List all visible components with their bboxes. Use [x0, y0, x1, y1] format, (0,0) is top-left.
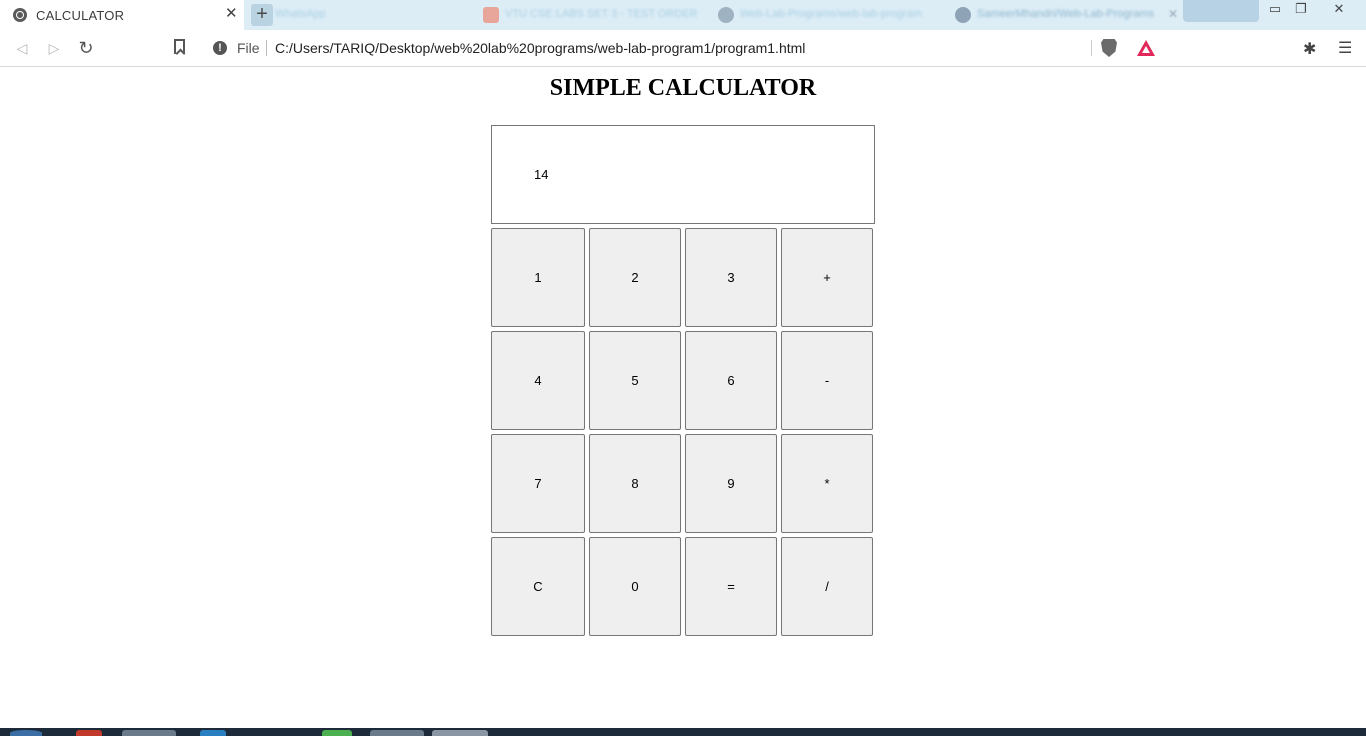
github-icon: [718, 7, 734, 23]
tab-calculator[interactable]: CALCULATOR ✕: [0, 0, 244, 30]
tab-background-3[interactable]: Web-Lab-Programs/web-lab-program: [718, 5, 943, 25]
tab-background-4[interactable]: SameerMhandri/Web-Lab-Programs: [955, 5, 1165, 25]
restore-icon[interactable]: ❐: [1288, 0, 1314, 20]
url-scheme: File: [237, 40, 260, 56]
back-icon[interactable]: ◁: [12, 38, 32, 58]
key-3[interactable]: 3: [685, 228, 777, 327]
url-text[interactable]: C:/Users/TARIQ/Desktop/web%20lab%20progr…: [275, 40, 805, 56]
key-equals[interactable]: =: [685, 537, 777, 636]
pdf-icon: [483, 7, 499, 23]
start-button[interactable]: [10, 730, 42, 736]
key-label: 6: [727, 373, 735, 388]
page-content: SIMPLE CALCULATOR 14 1 2 3 + 4 5 6 - 7 8…: [0, 67, 1366, 728]
key-0[interactable]: 0: [589, 537, 681, 636]
key-8[interactable]: 8: [589, 434, 681, 533]
reload-icon[interactable]: ↻: [76, 38, 96, 58]
key-7[interactable]: 7: [491, 434, 585, 533]
new-tab-button[interactable]: +: [251, 4, 273, 26]
key-label: 2: [631, 270, 639, 285]
key-9[interactable]: 9: [685, 434, 777, 533]
key-label: 7: [534, 476, 542, 491]
brave-shields-icon[interactable]: [1101, 39, 1117, 57]
tab-label: Web-Lab-Programs/web-lab-program: [740, 8, 922, 20]
bookmark-icon[interactable]: [174, 39, 185, 54]
tab-label: WhatsApp: [275, 8, 326, 20]
taskbar-app-icon[interactable]: [76, 730, 102, 736]
key-label: 1: [534, 270, 542, 285]
taskbar-app-icon[interactable]: [200, 730, 226, 736]
menu-icon[interactable]: ☰: [1338, 38, 1352, 58]
brave-rewards-icon[interactable]: [1137, 40, 1155, 56]
taskbar-app-icon[interactable]: [432, 730, 488, 736]
taskbar-app-icon[interactable]: [322, 730, 352, 736]
key-label: 3: [727, 270, 735, 285]
address-bar[interactable]: ! File C:/Users/TARIQ/Desktop/web%20lab%…: [203, 34, 1163, 62]
key-label: 8: [631, 476, 639, 491]
key-divide[interactable]: /: [781, 537, 873, 636]
key-label: C: [533, 579, 543, 594]
key-multiply[interactable]: *: [781, 434, 873, 533]
forward-icon[interactable]: ▷: [44, 38, 64, 58]
close-window-icon[interactable]: ✕: [1326, 0, 1352, 20]
key-2[interactable]: 2: [589, 228, 681, 327]
tab-label: SameerMhandri/Web-Lab-Programs: [977, 8, 1155, 20]
key-1[interactable]: 1: [491, 228, 585, 327]
divider: [1091, 40, 1092, 56]
window-thumbnail: [1183, 0, 1259, 22]
minimize-icon[interactable]: ▭: [1262, 0, 1288, 20]
calculator-display[interactable]: 14: [491, 125, 875, 224]
key-label: +: [823, 270, 831, 285]
key-6[interactable]: 6: [685, 331, 777, 430]
tab-background-2[interactable]: VTU CSE LABS SET 3 - TEST ORDER: [483, 5, 708, 25]
key-5[interactable]: 5: [589, 331, 681, 430]
key-label: 0: [631, 579, 639, 594]
display-value: 14: [534, 167, 549, 182]
close-tab-icon[interactable]: ✕: [1168, 7, 1178, 21]
key-4[interactable]: 4: [491, 331, 585, 430]
taskbar-app-icon[interactable]: [370, 730, 424, 736]
divider: [266, 40, 267, 56]
info-icon[interactable]: !: [213, 41, 227, 55]
key-clear[interactable]: C: [491, 537, 585, 636]
github-icon: [955, 7, 971, 23]
extensions-icon[interactable]: ✱: [1303, 39, 1316, 59]
tab-title: CALCULATOR: [36, 8, 125, 23]
key-label: 4: [534, 373, 542, 388]
key-label: 5: [631, 373, 639, 388]
tab-background-1[interactable]: WhatsApp: [275, 5, 455, 25]
key-label: -: [824, 373, 830, 388]
taskbar-app-icon[interactable]: [122, 730, 176, 736]
key-label: *: [824, 476, 830, 491]
key-minus[interactable]: -: [781, 331, 873, 430]
key-plus[interactable]: +: [781, 228, 873, 327]
key-label: 9: [727, 476, 735, 491]
page-title: SIMPLE CALCULATOR: [549, 75, 817, 101]
key-label: =: [727, 579, 735, 594]
close-tab-icon[interactable]: ✕: [225, 6, 238, 22]
tab-label: VTU CSE LABS SET 3 - TEST ORDER: [505, 8, 698, 20]
browser-toolbar: ◁ ▷ ↻ ! File C:/Users/TARIQ/Desktop/web%…: [0, 30, 1366, 67]
key-label: /: [825, 579, 829, 594]
tab-strip: CALCULATOR ✕ + WhatsApp VTU CSE LABS SET…: [0, 0, 1366, 30]
globe-icon: [13, 8, 27, 22]
